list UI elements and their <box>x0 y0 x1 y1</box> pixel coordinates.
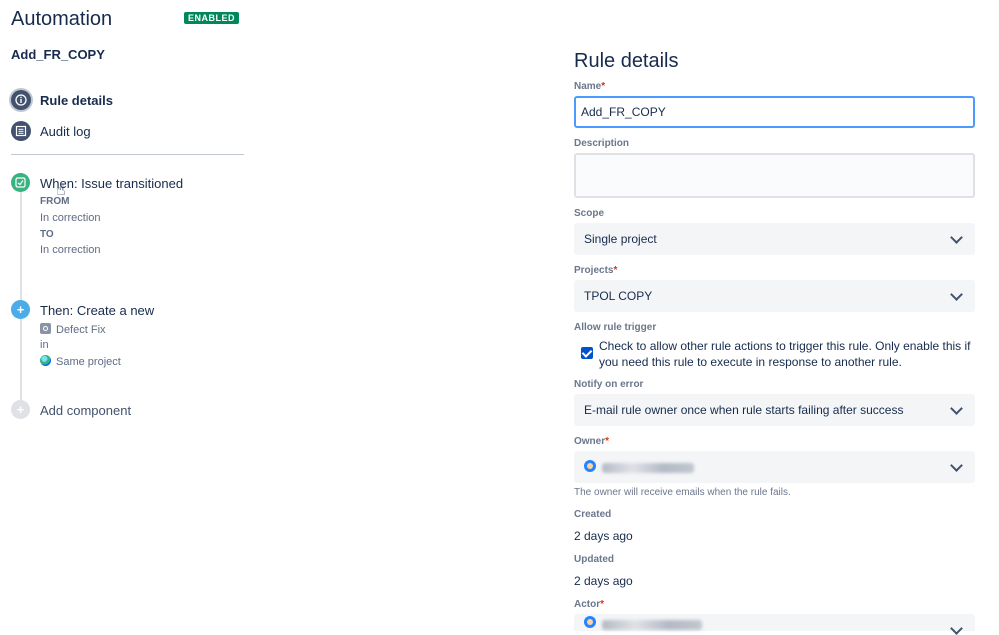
status-badge: ENABLED <box>184 12 240 24</box>
add-component-label[interactable]: Add component <box>40 403 131 418</box>
notify-select[interactable]: E-mail rule owner once when rule starts … <box>574 394 975 426</box>
action-project: Same project <box>40 355 121 368</box>
chevron-down-icon <box>950 401 963 415</box>
actor-name-redacted <box>602 619 702 630</box>
avatar <box>584 616 596 628</box>
action-issue-type: Defect Fix <box>40 323 106 336</box>
name-input[interactable]: Add_FR_COPY <box>574 96 975 128</box>
action-project-label: Same project <box>56 356 121 368</box>
timeline-line <box>20 190 22 402</box>
trigger-to-value: In correction <box>40 244 101 256</box>
description-input[interactable] <box>574 153 975 198</box>
info-icon <box>11 90 31 110</box>
notify-label: Notify on error <box>574 379 644 390</box>
plus-icon: + <box>11 300 30 319</box>
divider <box>11 154 244 155</box>
created-label: Created <box>574 509 612 520</box>
actor-value <box>584 616 702 631</box>
add-icon: + <box>11 400 30 419</box>
scope-select[interactable]: Single project <box>574 223 975 255</box>
projects-value: TPOL COPY <box>584 289 653 303</box>
chevron-down-icon <box>950 287 963 301</box>
add-component-button[interactable]: + <box>11 400 30 419</box>
name-label: Name* <box>574 81 606 92</box>
hand-cursor-icon: ☝ <box>56 182 66 199</box>
details-title: Rule details <box>574 50 679 72</box>
nav-rule-details-label: Rule details <box>40 92 113 108</box>
list-icon <box>11 121 31 141</box>
rule-name: Add_FR_COPY <box>11 47 105 62</box>
action-issue-type-label: Defect Fix <box>56 324 106 336</box>
scope-value: Single project <box>584 232 657 246</box>
nav-rule-details[interactable]: Rule details <box>11 89 113 111</box>
actor-label: Actor* <box>574 599 605 610</box>
trigger-to-label: TO <box>40 229 54 240</box>
owner-select[interactable] <box>574 451 975 483</box>
action-component[interactable]: + <box>11 300 30 319</box>
notify-value: E-mail rule owner once when rule starts … <box>584 403 904 417</box>
name-input-value: Add_FR_COPY <box>581 105 666 119</box>
scope-label: Scope <box>574 208 605 219</box>
description-label: Description <box>574 138 630 149</box>
chevron-down-icon <box>950 230 963 244</box>
chevron-down-icon <box>950 458 963 472</box>
actor-select[interactable] <box>574 614 975 635</box>
action-title[interactable]: Then: Create a new <box>40 303 154 318</box>
avatar <box>584 459 596 472</box>
nav-audit-log[interactable]: Audit log <box>11 120 91 142</box>
projects-select[interactable]: TPOL COPY <box>574 280 975 312</box>
trigger-from-value: In correction <box>40 212 101 224</box>
created-value: 2 days ago <box>574 529 633 543</box>
owner-helper: The owner will receive emails when the r… <box>574 487 791 498</box>
allow-trigger-label: Allow rule trigger <box>574 322 657 333</box>
chevron-down-icon <box>950 622 963 635</box>
trigger-icon <box>11 173 30 192</box>
owner-label: Owner* <box>574 436 610 447</box>
updated-value: 2 days ago <box>574 574 633 588</box>
trigger-component[interactable] <box>11 173 30 192</box>
allow-trigger-checkbox[interactable] <box>581 347 593 359</box>
owner-name-redacted <box>602 463 694 474</box>
nav-audit-log-label: Audit log <box>40 123 91 139</box>
action-in-label: in <box>40 339 49 351</box>
updated-label: Updated <box>574 554 614 565</box>
owner-value <box>584 459 694 475</box>
project-icon <box>40 355 51 366</box>
issue-type-icon <box>40 323 51 334</box>
app-title: Automation <box>11 8 113 30</box>
allow-trigger-text: Check to allow other rule actions to tri… <box>599 339 971 369</box>
projects-label: Projects* <box>574 265 618 276</box>
